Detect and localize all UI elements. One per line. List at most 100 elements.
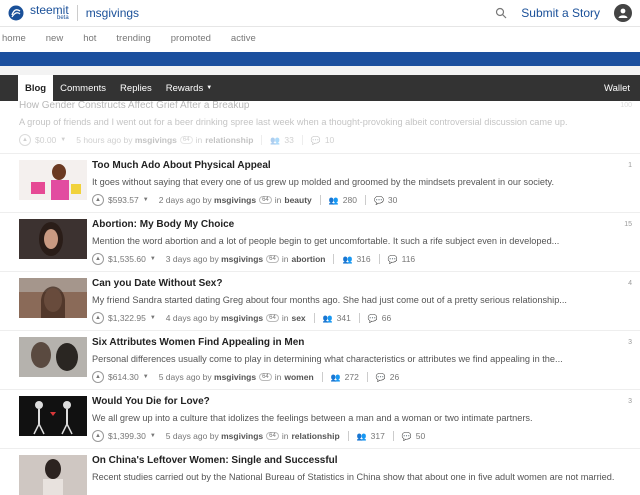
payout-value[interactable]: $1,399.30 [108,431,146,441]
comment-count[interactable]: 66 [382,313,391,323]
nav-new[interactable]: new [46,33,63,44]
nav-home[interactable]: home [2,33,26,44]
category-link[interactable]: women [284,372,313,382]
submit-story-link[interactable]: Submit a Story [521,6,600,20]
tab-rewards[interactable]: Rewards ▼ [159,75,219,101]
post-excerpt[interactable]: Personal differences usually come to pla… [92,354,563,364]
user-avatar-icon[interactable] [614,4,632,22]
post-meta: ▲ $1,322.95 ▼ 4 days ago by msgivings 64… [92,312,567,324]
post-time: 5 days ago [165,431,208,441]
in-label: in [281,313,289,323]
payout-dropdown-icon[interactable]: ▼ [143,374,149,380]
post-excerpt[interactable]: A group of friends and I went out for a … [19,117,568,127]
author-link[interactable]: msgivings [214,372,256,382]
vote-count[interactable]: 316 [356,254,370,264]
post-thumbnail[interactable] [19,160,87,200]
post-meta: ▲ $593.57 ▼ 2 days ago by msgivings 64 i… [92,194,554,206]
category-link[interactable]: relationship [291,431,339,441]
post-excerpt[interactable]: Recent studies carried out by the Nation… [92,472,614,482]
tab-wallet[interactable]: Wallet [597,75,640,101]
post-excerpt[interactable]: It goes without saying that every one of… [92,177,554,187]
upvote-icon[interactable]: ▲ [92,253,104,265]
comment-count[interactable]: 26 [390,372,399,382]
author-link[interactable]: msgivings [214,195,256,205]
search-icon[interactable] [495,7,507,19]
category-link[interactable]: relationship [205,135,253,145]
author-link[interactable]: msgivings [221,313,263,323]
payout-dropdown-icon[interactable]: ▼ [150,256,156,262]
vote-count[interactable]: 341 [337,313,351,323]
vote-count[interactable]: 272 [345,372,359,382]
payout-dropdown-icon[interactable]: ▼ [143,197,149,203]
payout-value[interactable]: $1,322.95 [108,313,146,323]
tab-comments[interactable]: Comments [53,75,113,101]
comments-icon: 💬 [401,431,412,441]
comments-icon: 💬 [373,195,384,205]
reputation-badge: 64 [259,196,272,204]
category-link[interactable]: sex [291,313,305,323]
post-thumbnail[interactable] [19,396,87,436]
comment-count[interactable]: 30 [388,195,397,205]
post-thumbnail[interactable] [19,278,87,318]
post-time: 4 days ago [165,313,208,323]
comment-count[interactable]: 50 [416,431,425,441]
post-item: Too Much Ado About Physical Appeal It go… [0,160,640,212]
post-title[interactable]: Too Much Ado About Physical Appeal [92,160,554,171]
in-label: in [195,135,203,145]
payout-dropdown-icon[interactable]: ▼ [150,433,156,439]
payout-value[interactable]: $593.57 [108,195,139,205]
post-title[interactable]: Abortion: My Body My Choice [92,219,559,230]
comment-count[interactable]: 116 [402,254,416,264]
nav-trending[interactable]: trending [116,33,150,44]
post-meta: ▲ $0.00 ▼ 5 hours ago by msgivings 64 in… [19,134,568,146]
row-divider [0,212,640,213]
nav-promoted[interactable]: promoted [171,33,211,44]
post-excerpt[interactable]: We all grew up into a culture that idoli… [92,413,533,423]
tab-blog[interactable]: Blog [18,75,54,101]
vote-count[interactable]: 33 [284,135,293,145]
upvote-icon[interactable]: ▲ [92,194,104,206]
post-excerpt[interactable]: My friend Sandra started dating Greg abo… [92,295,567,305]
profile-banner [0,52,640,66]
comment-count[interactable]: 10 [325,135,334,145]
meta-divider [364,195,366,205]
post-title[interactable]: Would You Die for Love? [92,396,533,407]
steemit-logo[interactable]: steemit beta [8,4,69,21]
username-link[interactable]: msgivings [86,6,139,20]
upvote-icon[interactable]: ▲ [92,430,104,442]
post-title[interactable]: On China's Leftover Women: Single and Su… [92,455,614,466]
payout-value[interactable]: $614.30 [108,372,139,382]
row-divider [0,271,640,272]
payout-value[interactable]: $1,535.60 [108,254,146,264]
post-title[interactable]: Six Attributes Women Find Appealing in M… [92,337,563,348]
vote-count[interactable]: 280 [343,195,357,205]
reblog-count: 4 [628,280,632,287]
profile-tabs: Blog Comments Replies Rewards ▼ Wallet [0,75,640,101]
post-meta: ▲ $1,535.60 ▼ 3 days ago by msgivings 64… [92,253,559,265]
category-link[interactable]: abortion [291,254,325,264]
nav-active[interactable]: active [231,33,256,44]
post-item: Would You Die for Love? We all grew up i… [0,396,640,448]
tab-replies[interactable]: Replies [113,75,159,101]
post-title[interactable]: Can you Date Without Sex? [92,278,567,289]
upvote-icon[interactable]: ▲ [92,371,104,383]
nav-hot[interactable]: hot [83,33,96,44]
post-thumbnail[interactable] [19,455,87,495]
payout-value[interactable]: $0.00 [35,135,56,145]
post-title[interactable]: How Gender Constructs Affect Grief After… [19,100,568,111]
post-thumbnail[interactable] [19,219,87,259]
payout-dropdown-icon[interactable]: ▼ [150,315,156,321]
post-excerpt[interactable]: Mention the word abortion and a lot of p… [92,236,559,246]
vote-count[interactable]: 317 [371,431,385,441]
header-divider [76,5,78,21]
post-thumbnail[interactable] [19,337,87,377]
author-link[interactable]: msgivings [221,431,263,441]
author-link[interactable]: msgivings [135,135,177,145]
meta-divider [333,254,335,264]
payout-dropdown-icon[interactable]: ▼ [60,137,66,143]
author-link[interactable]: msgivings [221,254,263,264]
upvote-icon[interactable]: ▲ [92,312,104,324]
chevron-down-icon: ▼ [206,85,213,91]
category-link[interactable]: beauty [284,195,311,205]
upvote-icon[interactable]: ▲ [19,134,31,146]
